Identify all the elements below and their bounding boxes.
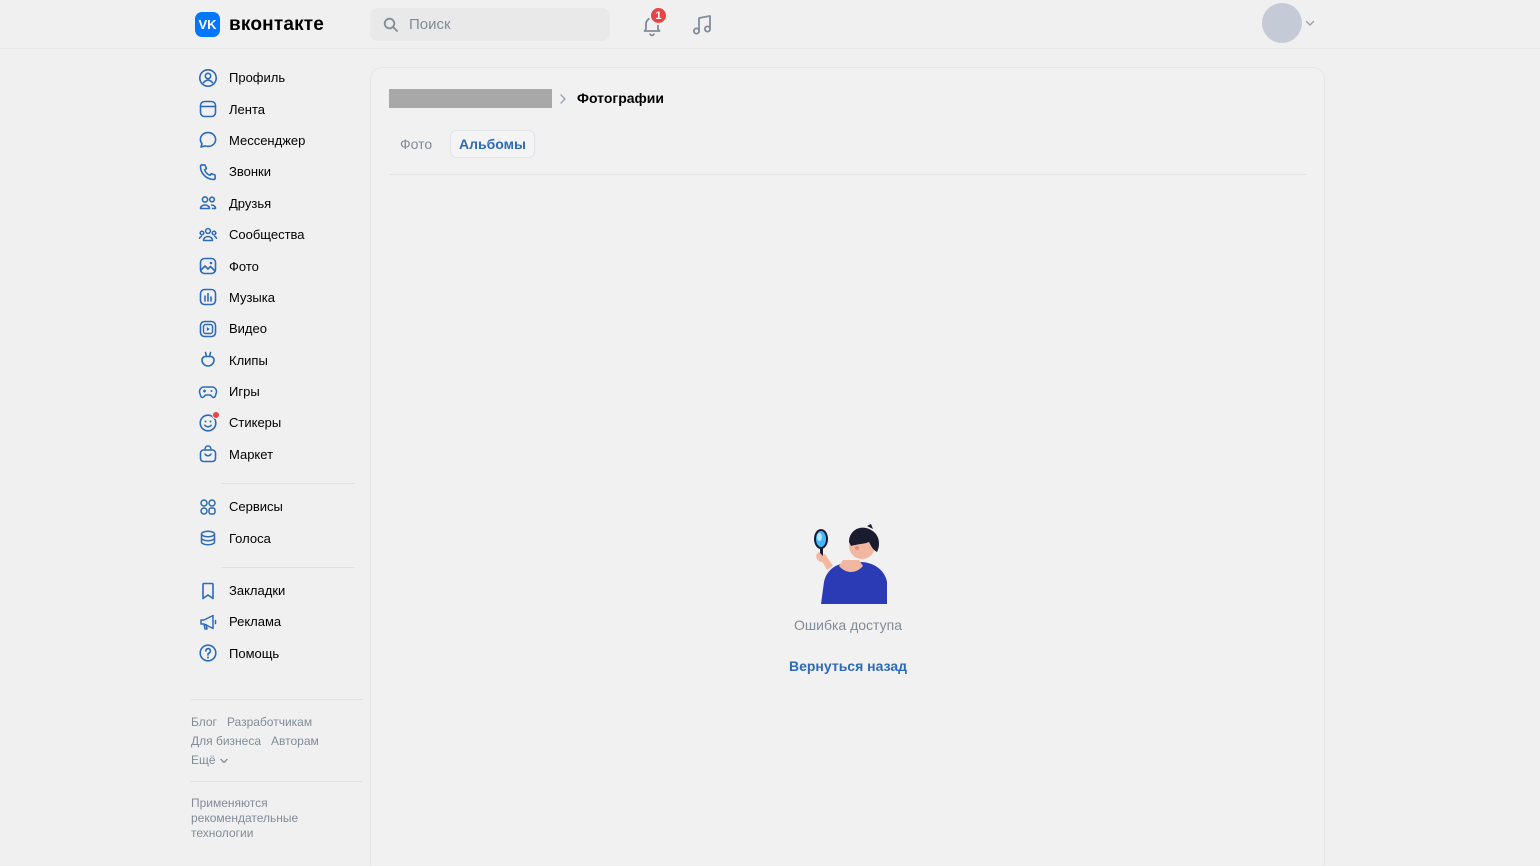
sidebar-item-label: Стикеры (229, 415, 282, 431)
sidebar-item-label: Звонки (229, 164, 271, 180)
sidebar-item-label: Друзья (229, 195, 272, 211)
sidebar-item-ads[interactable]: Реклама (191, 606, 363, 637)
sidebar-item-label: Закладки (229, 583, 286, 599)
tabs-divider (389, 174, 1306, 175)
sidebar-item-profile[interactable]: Профиль (191, 62, 363, 93)
sticker-icon (198, 410, 220, 433)
sidebar-item-label: Профиль (229, 70, 286, 86)
sidebar-item-video[interactable]: Видео (191, 313, 363, 344)
coins-icon (200, 530, 216, 546)
feed-icon (199, 100, 217, 118)
page-title: Фотографии (577, 90, 665, 106)
search-box[interactable] (370, 8, 610, 41)
photos-panel: Фотографии Фото Альбомы Ошибка доступа В… (370, 67, 1325, 866)
footer-link-blog[interactable]: Блог (191, 715, 217, 729)
vk-logo[interactable]: VK вконтакте (195, 12, 324, 37)
sidebar-item-label: Сообщества (229, 227, 305, 243)
sidebar-item-label: Реклама (229, 614, 282, 630)
breadcrumb-owner-redacted[interactable] (389, 89, 552, 108)
profile-icon (199, 68, 217, 87)
tab-albums[interactable]: Альбомы (450, 130, 535, 158)
sidebar-item-bookmarks[interactable]: Закладки (191, 575, 363, 606)
footer-link-authors[interactable]: Авторам (271, 734, 319, 748)
sidebar-item-services[interactable]: Сервисы (191, 491, 363, 522)
sidebar-item-games[interactable]: Игры (191, 376, 363, 407)
chevron-down-icon[interactable] (1305, 19, 1315, 27)
sidebar-item-label: Лента (229, 101, 265, 117)
megaphone-icon (200, 614, 217, 630)
sidebar-item-music[interactable]: Музыка (191, 282, 363, 313)
services-grid-icon (200, 499, 216, 515)
sidebar-item-help[interactable]: Помощь (191, 638, 363, 669)
footer-link-more-label: Ещё (191, 753, 216, 767)
clips-icon (201, 351, 215, 367)
new-indicator-dot (212, 410, 220, 419)
sidebar-divider (221, 483, 355, 485)
recommendation-notice[interactable]: Применяются рекомендательные технологии (191, 796, 351, 841)
bookmark-icon (202, 582, 214, 599)
vk-logo-text: вконтакте (229, 13, 325, 35)
footer-links: Блог Разработчикам Для бизнеса Авторам Ещё (191, 713, 366, 770)
sidebar-item-calls[interactable]: Звонки (191, 156, 363, 187)
search-person-illustration (814, 524, 887, 604)
sidebar-item-communities[interactable]: Сообщества (191, 219, 363, 250)
sidebar-item-label: Клипы (229, 352, 268, 368)
sidebar-item-label: Сервисы (229, 499, 283, 515)
friends-icon (199, 196, 217, 210)
sidebar-item-market[interactable]: Маркет (191, 439, 363, 470)
sidebar-item-feed[interactable]: Лента (191, 93, 363, 124)
footer-link-business[interactable]: Для бизнеса (191, 734, 261, 748)
sidebar-item-clips[interactable]: Клипы (191, 345, 363, 376)
vk-logo-icon: VK (195, 12, 220, 37)
sidebar-item-messenger[interactable]: Мессенджер (191, 125, 363, 156)
phone-icon (199, 163, 216, 181)
avatar[interactable] (1262, 3, 1302, 43)
notification-badge: 1 (649, 6, 668, 25)
sidebar-item-label: Помощь (229, 645, 280, 661)
communities-icon (198, 227, 218, 241)
sidebar-item-label: Фото (229, 258, 259, 274)
sidebar-item-label: Музыка (229, 289, 275, 305)
go-back-link[interactable]: Вернуться назад (748, 658, 948, 674)
photo-icon (199, 257, 217, 275)
music-chart-icon (199, 289, 217, 306)
messenger-icon (199, 132, 217, 149)
access-error-message: Ошибка доступа (794, 617, 902, 633)
footer-divider (191, 781, 363, 782)
help-icon (199, 644, 217, 662)
tab-photos[interactable]: Фото (392, 130, 440, 158)
chevron-down-icon (219, 758, 228, 764)
sidebar-divider (221, 566, 355, 568)
footer-link-developers[interactable]: Разработчикам (227, 715, 312, 729)
sidebar-item-label: Игры (229, 384, 260, 400)
search-icon (383, 17, 398, 32)
market-bag-icon (199, 445, 217, 463)
footer-divider (191, 699, 363, 700)
sidebar-item-stickers[interactable]: Стикеры (191, 407, 363, 438)
chevron-right-icon (560, 94, 566, 104)
sidebar-item-label: Видео (229, 321, 267, 337)
footer-link-more[interactable]: Ещё (191, 753, 228, 767)
sidebar-item-label: Голоса (229, 530, 271, 546)
music-icon[interactable] (690, 13, 714, 37)
sidebar-item-label: Мессенджер (229, 132, 306, 148)
sidebar-nav: Профиль Лента Мессенджер Звонки Друзья С… (191, 62, 363, 669)
search-input[interactable] (407, 15, 601, 34)
sidebar-item-friends[interactable]: Друзья (191, 188, 363, 219)
gamepad-icon (198, 385, 218, 398)
sidebar-item-label: Маркет (229, 446, 274, 462)
sidebar-item-votes[interactable]: Голоса (191, 522, 363, 553)
sidebar-item-photos[interactable]: Фото (191, 250, 363, 281)
top-bar: VK вконтакте 1 (0, 0, 1540, 49)
video-icon (199, 320, 217, 338)
